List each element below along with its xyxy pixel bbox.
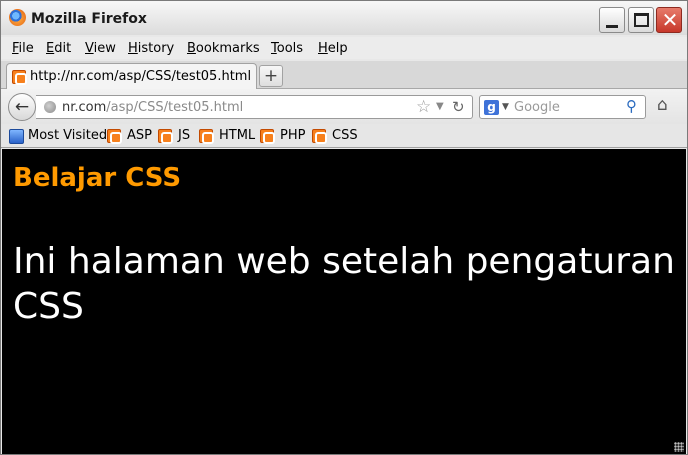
back-button[interactable]: ←	[8, 93, 36, 121]
tab-test05[interactable]: http://nr.com/asp/CSS/test05.html	[6, 63, 257, 89]
menu-help-label: elp	[327, 41, 348, 56]
maximize-button[interactable]	[628, 7, 654, 33]
xampp-icon	[199, 129, 214, 146]
minimize-button[interactable]	[599, 7, 625, 33]
url-text[interactable]: nr.com/asp/CSS/test05.html	[62, 100, 243, 115]
new-tab-button[interactable]: +	[259, 65, 283, 87]
menu-tools-label: ools	[276, 41, 304, 56]
minimize-icon	[606, 25, 618, 28]
menu-edit[interactable]: Edit	[46, 41, 71, 56]
search-engine-dropdown-icon[interactable]: ▼	[502, 102, 509, 112]
url-host: nr.com	[62, 100, 107, 115]
page-content: Belajar CSS Ini halaman web setelah peng…	[2, 149, 686, 454]
close-button[interactable]: ✕	[656, 7, 682, 33]
xampp-icon	[107, 129, 122, 146]
search-bar[interactable]: g ▼ Google ⚲	[479, 95, 646, 119]
menu-edit-label: dit	[54, 41, 72, 56]
url-dropdown-icon[interactable]: ▼	[436, 101, 444, 112]
menu-history[interactable]: History	[128, 41, 174, 56]
page-paragraph: Ini halaman web setelah pengaturan CSS	[13, 241, 675, 327]
title-bar[interactable]: Mozilla Firefox ✕	[1, 1, 687, 35]
search-icon[interactable]: ⚲	[626, 97, 637, 115]
menu-file[interactable]: File	[12, 41, 34, 56]
xampp-icon	[260, 129, 275, 146]
menu-bookmarks-accel: B	[187, 41, 196, 56]
navigation-bar: nr.com/asp/CSS/test05.html ☆ ▼ ↻ ← g ▼ G…	[1, 89, 687, 124]
browser-window: Mozilla Firefox ✕ File Edit View History…	[0, 0, 688, 455]
bookmarks-toolbar: Most Visited ASP JS HTML PHP CSS	[1, 124, 687, 148]
bookmark-most-visited[interactable]: Most Visited	[28, 128, 107, 143]
most-visited-icon	[9, 129, 24, 147]
menu-view-label: iew	[93, 41, 116, 56]
home-icon[interactable]: ⌂	[657, 95, 668, 115]
address-bar[interactable]: nr.com/asp/CSS/test05.html ☆ ▼ ↻	[36, 95, 473, 119]
menu-view[interactable]: View	[85, 41, 116, 56]
bookmark-star-icon[interactable]: ☆	[416, 97, 431, 117]
menu-bookmarks-label: ookmarks	[195, 41, 260, 56]
site-identity-icon[interactable]	[44, 101, 56, 113]
menu-history-accel: H	[128, 41, 138, 56]
menu-view-accel: V	[85, 41, 94, 56]
menu-help[interactable]: Help	[318, 41, 348, 56]
bookmark-asp[interactable]: ASP	[127, 128, 152, 143]
menu-edit-accel: E	[46, 41, 55, 56]
menu-tools[interactable]: Tools	[271, 41, 303, 56]
close-icon: ✕	[661, 8, 679, 32]
firefox-logo-icon[interactable]	[9, 9, 26, 26]
menu-help-accel: H	[318, 41, 328, 56]
resize-grip-icon[interactable]	[674, 442, 684, 452]
xampp-icon	[12, 70, 27, 87]
bookmark-php[interactable]: PHP	[280, 128, 305, 143]
bookmark-js[interactable]: JS	[178, 128, 190, 143]
xampp-icon	[312, 129, 327, 146]
page-heading: Belajar CSS	[13, 163, 182, 193]
menu-file-label: ile	[18, 41, 34, 56]
tab-strip: http://nr.com/asp/CSS/test05.html +	[1, 61, 687, 89]
search-engine-icon[interactable]: g	[484, 100, 499, 115]
bookmark-html[interactable]: HTML	[219, 128, 255, 143]
xampp-icon	[158, 129, 173, 146]
menu-bookmarks[interactable]: Bookmarks	[187, 41, 260, 56]
url-path: /asp/CSS/test05.html	[106, 100, 244, 115]
menu-history-label: istory	[137, 41, 175, 56]
menu-bar: File Edit View History Bookmarks Tools H…	[1, 37, 687, 59]
search-input[interactable]: Google	[514, 100, 560, 115]
tab-label: http://nr.com/asp/CSS/test05.html	[30, 69, 252, 84]
window-title: Mozilla Firefox	[31, 11, 147, 27]
reload-icon[interactable]: ↻	[452, 98, 465, 116]
bookmark-css[interactable]: CSS	[332, 128, 358, 143]
maximize-icon	[634, 13, 649, 27]
